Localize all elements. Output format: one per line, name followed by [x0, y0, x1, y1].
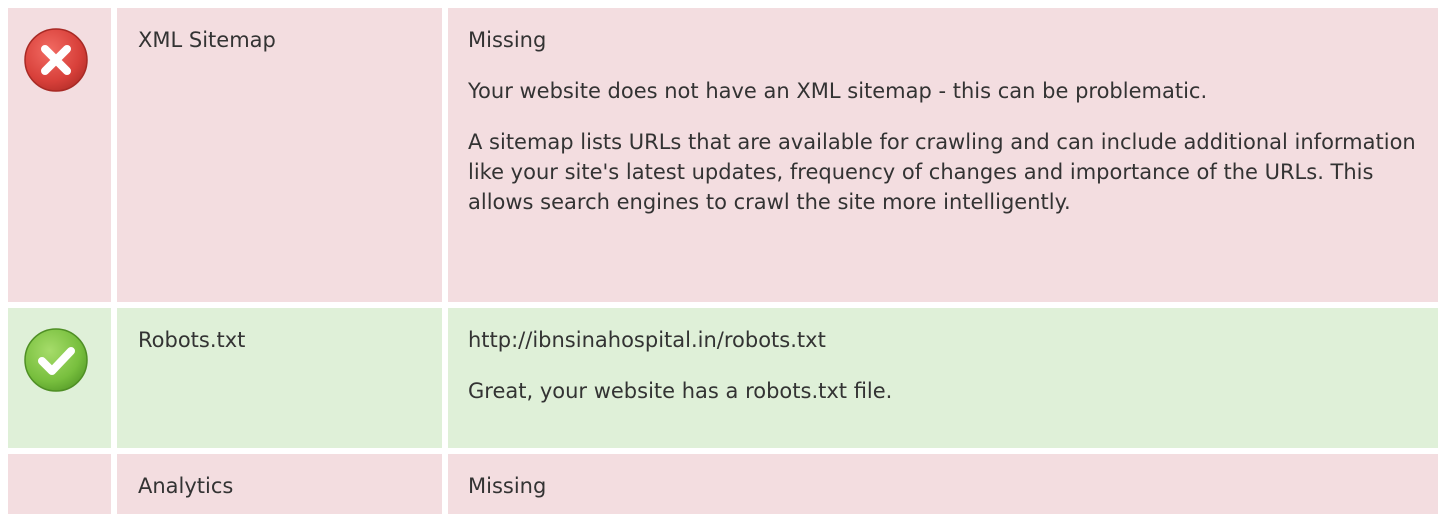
result-description: Great, your website has a robots.txt fil…	[468, 379, 893, 403]
success-check-icon	[24, 328, 88, 392]
result-value: http://ibnsinahospital.in/robots.txt	[468, 328, 826, 352]
result-row-robots-txt: Robots.txt http://ibnsinahospital.in/rob…	[8, 308, 1438, 448]
seo-results-table: XML Sitemap Missing Your website does no…	[8, 8, 1438, 514]
status-icon-cell	[8, 454, 111, 514]
result-content: Missing	[448, 454, 1438, 514]
result-description: Your website does not have an XML sitema…	[468, 79, 1208, 103]
result-description: A sitemap lists URLs that are available …	[468, 130, 1416, 214]
result-content: http://ibnsinahospital.in/robots.txt Gre…	[448, 308, 1438, 448]
result-label: Robots.txt	[117, 308, 442, 448]
result-value: Missing	[468, 474, 547, 498]
status-icon-cell	[8, 308, 111, 448]
result-content: Missing Your website does not have an XM…	[448, 8, 1438, 302]
result-label: XML Sitemap	[117, 8, 442, 302]
result-value: Missing	[468, 28, 547, 52]
result-row-xml-sitemap: XML Sitemap Missing Your website does no…	[8, 8, 1438, 302]
error-x-icon	[24, 28, 88, 92]
status-icon-cell	[8, 8, 111, 302]
result-row-analytics: Analytics Missing	[8, 454, 1438, 514]
result-label: Analytics	[117, 454, 442, 514]
